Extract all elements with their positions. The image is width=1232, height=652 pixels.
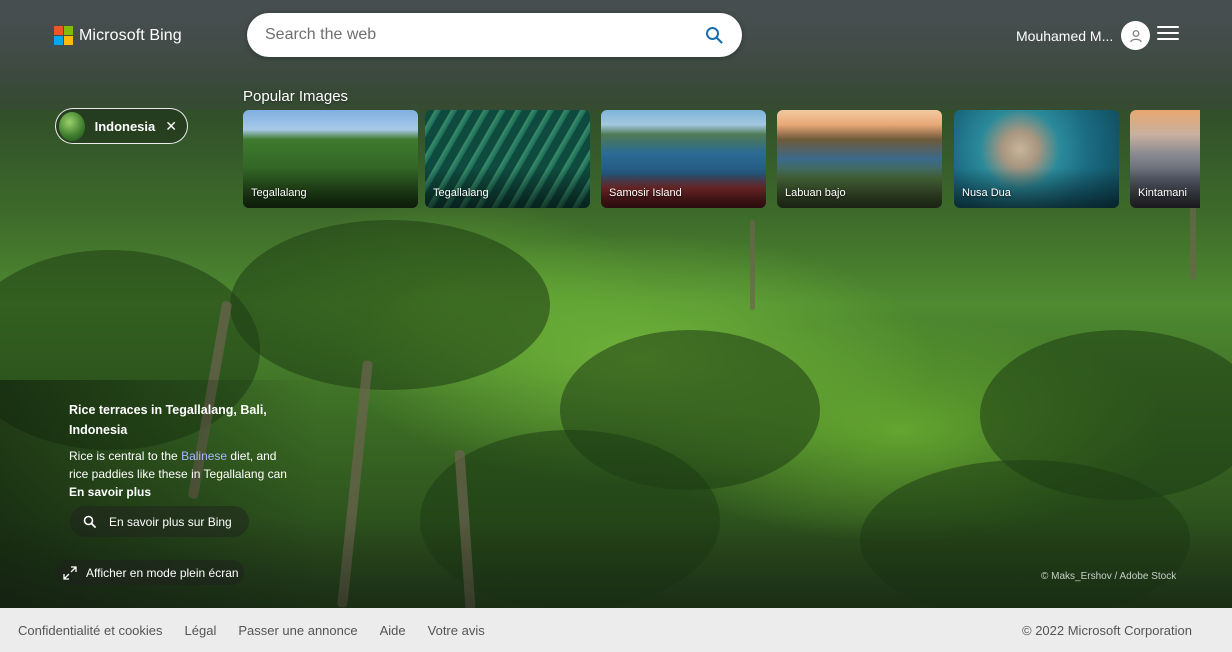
copyright: © 2022 Microsoft Corporation [1022,622,1192,638]
image-card[interactable]: Tegallalang [243,110,418,208]
logo-square-green [64,26,73,35]
popular-images-title: Popular Images [243,88,349,105]
search-icon [83,515,96,528]
search-icon[interactable] [704,25,724,45]
hamburger-menu-icon[interactable] [1157,26,1179,44]
image-title: Rice terraces in Tegallalang, Bali, Indo… [69,403,267,437]
image-card[interactable]: Nusa Dua [954,110,1119,208]
footer-link-advertise[interactable]: Passer une annonce [238,623,357,638]
close-icon[interactable]: ✕ [165,118,177,135]
fullscreen-button[interactable]: Afficher en mode plein écran [55,560,244,585]
image-card[interactable]: Labuan bajo [777,110,942,208]
learn-more-label: En savoir plus sur Bing [109,514,232,529]
image-description: Rice is central to the Balinese diet, an… [69,447,299,483]
logo-square-yellow [64,36,73,45]
image-card-label: Samosir Island [609,187,682,199]
logo-square-blue [54,36,63,45]
background-trunk [750,220,755,310]
footer: Confidentialité et cookies Légal Passer … [0,608,1232,652]
image-credit[interactable]: © Maks_Ershov / Adobe Stock [1041,571,1176,582]
image-card[interactable]: Samosir Island [601,110,766,208]
user-avatar-icon[interactable] [1121,21,1151,50]
learn-more-link[interactable]: En savoir plus [69,483,299,501]
location-chip-label: Indonesia [94,118,156,134]
menu-bar [1157,38,1179,40]
search-input[interactable] [265,26,704,44]
menu-bar [1157,26,1179,28]
search-box[interactable] [247,13,742,57]
expand-icon [63,565,77,580]
footer-link-privacy[interactable]: Confidentialité et cookies [18,623,163,638]
image-card-label: Labuan bajo [785,187,846,199]
image-card-label: Nusa Dua [962,187,1011,199]
brand-name: Microsoft Bing [79,26,182,44]
location-thumbnail [59,111,85,141]
logo-square-red [54,26,63,35]
image-card-label: Kintamani [1138,187,1187,199]
footer-link-help[interactable]: Aide [380,623,406,638]
image-card-label: Tegallalang [251,187,307,199]
footer-link-legal[interactable]: Légal [185,623,217,638]
footer-link-feedback[interactable]: Votre avis [428,623,485,638]
background-palm [230,220,550,390]
description-text: Rice is central to the [69,449,182,463]
fullscreen-label: Afficher en mode plein écran [86,565,239,580]
image-card-label: Tegallalang [433,187,489,199]
image-card[interactable]: Kintamani [1130,110,1200,208]
user-name[interactable]: Mouhamed M... [1016,28,1113,44]
balinese-link[interactable]: Balinese [181,449,227,463]
learn-more-on-bing-button[interactable]: En savoir plus sur Bing [70,506,249,537]
bing-logo[interactable]: Microsoft Bing [54,26,182,45]
menu-bar [1157,32,1179,34]
popular-images-carousel: Tegallalang Tegallalang Samosir Island L… [243,110,1200,208]
image-info-panel: Rice terraces in Tegallalang, Bali, Indo… [69,400,299,501]
microsoft-logo-icon [54,26,73,45]
image-card[interactable]: Tegallalang [425,110,590,208]
account-area[interactable]: Mouhamed M... [1016,21,1151,50]
location-filter-chip[interactable]: Indonesia ✕ [55,108,188,144]
